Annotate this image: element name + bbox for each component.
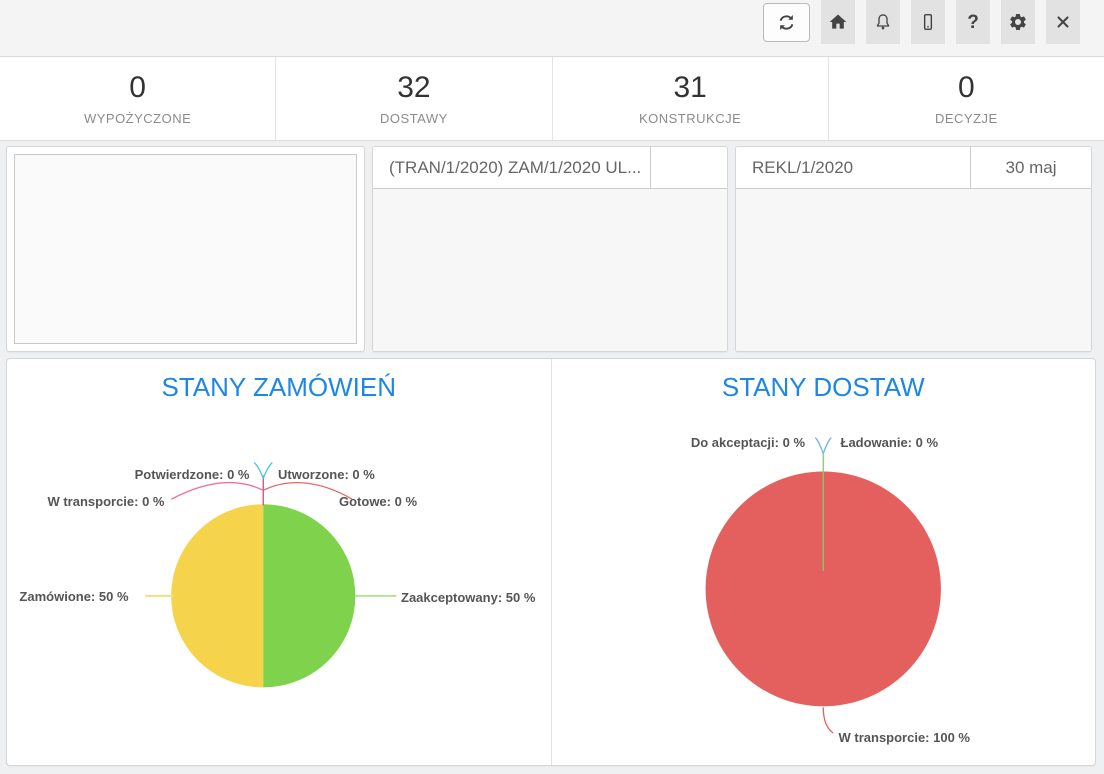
- stat-label: WYPOŻYCZONE: [84, 111, 191, 126]
- transport-widget-extra-cell: [650, 147, 727, 188]
- deliveries-chart-panel: STANY DOSTAW Do akceptacji: 0 % Ładowani…: [552, 359, 1096, 765]
- complaint-widget-date[interactable]: 30 maj: [970, 147, 1091, 188]
- close-icon: [1054, 13, 1072, 31]
- bell-icon: [873, 12, 893, 32]
- leader-line-w-transporcie-100: [823, 707, 833, 733]
- leader-line-do-akceptacji-2: [823, 438, 831, 454]
- charts-row: STANY ZAMÓWIEŃ Potwierdzone: 0 % Utworzo…: [6, 358, 1096, 766]
- gear-icon: [1008, 12, 1028, 32]
- stat-wypozyczone: 0 WYPOŻYCZONE: [0, 57, 275, 140]
- notifications-button[interactable]: [866, 0, 900, 44]
- complaint-widget-panel: REKL/1/2020 30 maj: [735, 146, 1092, 352]
- question-mark-icon: ?: [967, 13, 979, 32]
- stat-value: 31: [673, 71, 706, 104]
- pie-label-w-transporcie-100: W transporcie: 100 %: [839, 730, 971, 745]
- close-button[interactable]: [1046, 0, 1080, 44]
- pie-slice-zamowione[interactable]: [171, 504, 263, 687]
- widgets-row: (TRAN/1/2020) ZAM/1/2020 UL... REKL/1/20…: [6, 146, 1092, 352]
- stat-value: 32: [397, 71, 430, 104]
- dashboard-screen: ? 0 WYPOŻYCZONE 32 DOSTAWY 31 KONSTRUKCJ…: [0, 0, 1104, 774]
- stat-label: DECYZJE: [935, 111, 998, 126]
- empty-widget-panel: [6, 146, 365, 352]
- pie-label-zaakceptowany: Zaakceptowany: 50 %: [401, 590, 535, 605]
- stats-row: 0 WYPOŻYCZONE 32 DOSTAWY 31 KONSTRUKCJE …: [0, 57, 1104, 141]
- orders-pie-chart: [7, 359, 551, 765]
- complaint-widget-header: REKL/1/2020 30 maj: [736, 147, 1091, 189]
- pie-label-gotowe: Gotowe: 0 %: [339, 494, 417, 509]
- transport-widget-body: [373, 189, 727, 351]
- stat-dostawy: 32 DOSTAWY: [275, 57, 551, 140]
- complaint-widget-body: [736, 189, 1091, 351]
- pie-label-do-akceptacji: Do akceptacji: 0 %: [691, 435, 805, 450]
- complaint-widget-title[interactable]: REKL/1/2020: [736, 147, 970, 188]
- home-icon: [828, 12, 848, 32]
- stat-label: DOSTAWY: [380, 111, 448, 126]
- smartphone-icon: [918, 12, 938, 32]
- stat-konstrukcje: 31 KONSTRUKCJE: [552, 57, 828, 140]
- transport-widget-header: (TRAN/1/2020) ZAM/1/2020 UL...: [373, 147, 727, 189]
- deliveries-pie-chart: [552, 359, 1096, 765]
- empty-widget-box: [14, 154, 357, 344]
- leader-line-utworzone: [263, 462, 272, 478]
- settings-button[interactable]: [1001, 0, 1035, 44]
- mobile-button[interactable]: [911, 0, 945, 44]
- orders-chart-panel: STANY ZAMÓWIEŃ Potwierdzone: 0 % Utworzo…: [7, 359, 552, 765]
- topbar: ?: [0, 0, 1104, 57]
- leader-line-do-akceptacji: [815, 438, 823, 454]
- stat-label: KONSTRUKCJE: [639, 111, 741, 126]
- stat-value: 0: [958, 71, 975, 104]
- pie-label-utworzone: Utworzone: 0 %: [278, 467, 375, 482]
- help-button[interactable]: ?: [956, 0, 990, 44]
- transport-widget-title[interactable]: (TRAN/1/2020) ZAM/1/2020 UL...: [373, 147, 650, 188]
- leader-line-potwierdzone: [254, 462, 263, 478]
- refresh-button[interactable]: [763, 3, 810, 42]
- pie-label-ladowanie: Ładowanie: 0 %: [841, 435, 939, 450]
- refresh-icon: [776, 12, 797, 33]
- leader-line-w-transporcie: [171, 483, 263, 500]
- pie-slice-zaakceptowany[interactable]: [263, 504, 355, 687]
- pie-label-potwierdzone: Potwierdzone: 0 %: [135, 467, 250, 482]
- pie-label-w-transporcie: W transporcie: 0 %: [47, 494, 164, 509]
- stat-decyzje: 0 DECYZJE: [828, 57, 1104, 140]
- pie-label-zamowione: Zamówione: 50 %: [19, 589, 128, 604]
- transport-widget-panel: (TRAN/1/2020) ZAM/1/2020 UL...: [372, 146, 728, 352]
- stat-value: 0: [129, 71, 146, 104]
- home-button[interactable]: [821, 0, 855, 44]
